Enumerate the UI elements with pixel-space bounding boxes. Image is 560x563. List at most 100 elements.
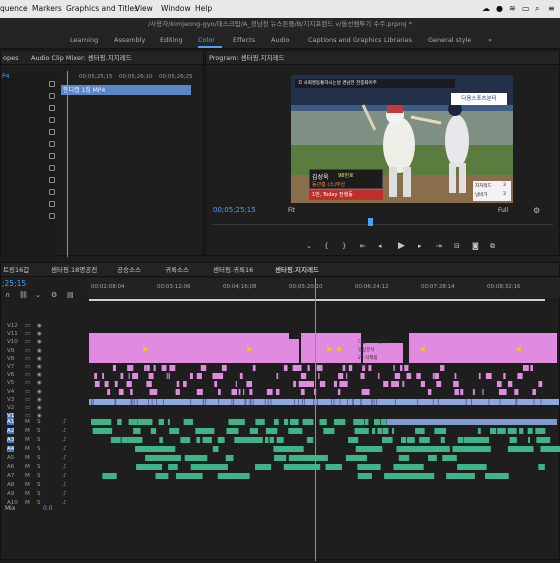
video-clip[interactable] — [200, 365, 207, 371]
tab-active-sequence[interactable]: 센터핑.지지레드 — [275, 263, 319, 277]
audio-clip[interactable] — [407, 437, 411, 443]
video-clip[interactable] — [183, 381, 187, 387]
video-clip[interactable] — [395, 381, 400, 387]
workspace-editing[interactable]: Editing — [160, 36, 183, 44]
audio-clip[interactable] — [507, 428, 517, 434]
video-clip[interactable] — [168, 373, 170, 379]
audio-clip[interactable] — [428, 455, 437, 461]
audio-clip[interactable] — [255, 419, 265, 425]
audio-clip[interactable] — [102, 473, 117, 479]
video-clip[interactable] — [252, 399, 254, 405]
audio-clip[interactable] — [183, 419, 193, 425]
audio-clip[interactable] — [382, 428, 389, 434]
audio-clip[interactable] — [362, 455, 367, 461]
voiceover-mic-icon[interactable]: ♪ — [63, 455, 67, 461]
audio-track-header[interactable]: A6 M S ♪ — [1, 464, 87, 472]
clip-marker[interactable] — [143, 347, 147, 351]
audio-track-header[interactable]: A4 M S ♪ — [1, 446, 87, 454]
mark-in-icon[interactable]: { — [324, 242, 328, 250]
audio-track-header[interactable]: A1 M S ♪ — [1, 419, 87, 427]
audio-clip[interactable] — [145, 455, 155, 461]
mark-out-icon[interactable]: } — [342, 242, 346, 250]
audio-clip[interactable] — [255, 464, 272, 470]
video-clip[interactable] — [267, 399, 269, 405]
video-clip[interactable] — [293, 399, 295, 405]
audio-clip[interactable] — [212, 446, 219, 452]
audio-clip[interactable] — [457, 464, 482, 470]
audio-clip[interactable] — [401, 437, 407, 443]
audio-clip[interactable] — [333, 419, 346, 425]
sync-lock-icon[interactable]: ▭ — [25, 323, 30, 329]
video-clip[interactable] — [482, 389, 484, 395]
track-toggle-icon[interactable] — [49, 177, 55, 183]
video-clip[interactable] — [107, 389, 111, 395]
sync-lock-icon[interactable]: ▭ — [25, 372, 30, 378]
video-track-header[interactable]: V10 ▭ ◉ — [1, 339, 87, 346]
video-clip[interactable] — [530, 365, 534, 371]
solo-button[interactable]: S — [37, 491, 41, 497]
audio-clip[interactable] — [169, 428, 180, 434]
audio-clip[interactable] — [381, 419, 387, 425]
resolution-select[interactable]: Full — [498, 207, 508, 214]
track-toggle-icon[interactable] — [49, 153, 55, 159]
video-clip[interactable] — [333, 381, 338, 387]
audio-clip[interactable] — [484, 473, 505, 479]
eye-icon[interactable]: ◉ — [37, 364, 42, 370]
video-clip[interactable] — [219, 373, 224, 379]
audio-clip[interactable] — [195, 428, 203, 434]
audio-clip[interactable] — [99, 428, 104, 434]
video-clip[interactable] — [333, 399, 335, 405]
audio-clip[interactable] — [434, 428, 446, 434]
audio-clip[interactable] — [355, 446, 383, 452]
audio-clip[interactable] — [207, 428, 215, 434]
clip-marker[interactable] — [247, 347, 251, 351]
track-toggle-icon[interactable] — [49, 105, 55, 111]
audio-clip[interactable] — [273, 446, 304, 452]
video-clip[interactable] — [189, 373, 193, 379]
audio-clip[interactable] — [353, 419, 365, 425]
video-clip[interactable] — [127, 365, 134, 371]
audio-clip[interactable] — [283, 419, 289, 425]
audio-clip[interactable] — [128, 419, 133, 425]
video-clip[interactable] — [499, 399, 501, 405]
track-toggle-icon[interactable] — [49, 165, 55, 171]
video-clip[interactable] — [440, 365, 445, 371]
audio-clip[interactable] — [136, 464, 163, 470]
video-clip[interactable] — [128, 373, 130, 379]
voiceover-mic-icon[interactable]: ♪ — [63, 437, 67, 443]
audio-clip[interactable] — [226, 428, 239, 434]
video-clip[interactable] — [112, 365, 116, 371]
control-center-icon[interactable]: ≡ — [548, 4, 555, 13]
menu-markers[interactable]: Markers — [32, 4, 62, 13]
video-clip[interactable] — [292, 365, 299, 371]
audio-track-header[interactable]: A2 M S ♪ — [1, 428, 87, 436]
video-clip[interactable] — [244, 399, 246, 405]
video-clip[interactable] — [339, 399, 341, 405]
wrench-icon[interactable]: ⚙ — [533, 206, 540, 215]
video-clip[interactable] — [465, 399, 467, 405]
audio-clip[interactable] — [357, 464, 381, 470]
video-clip[interactable] — [393, 365, 395, 371]
clip-marker[interactable] — [337, 347, 341, 351]
video-clip[interactable] — [305, 381, 312, 387]
video-clip[interactable] — [394, 381, 396, 387]
video-clip[interactable] — [196, 389, 201, 395]
audio-clip[interactable] — [205, 437, 212, 443]
workspace-learning[interactable]: Learning — [70, 36, 98, 44]
audio-clip[interactable] — [458, 473, 475, 479]
video-clip[interactable] — [516, 399, 518, 405]
clip-marker[interactable] — [421, 347, 425, 351]
video-clip[interactable] — [522, 365, 529, 371]
video-clip[interactable] — [235, 381, 237, 387]
workspace-color[interactable]: Color — [198, 36, 215, 44]
sync-lock-icon[interactable]: ▭ — [25, 380, 30, 386]
video-clip[interactable] — [243, 389, 245, 395]
clip-marker[interactable] — [327, 347, 331, 351]
video-clip[interactable] — [152, 389, 158, 395]
video-clip[interactable] — [346, 399, 348, 405]
video-clip[interactable] — [202, 399, 204, 405]
solo-button[interactable]: S — [37, 482, 41, 488]
audio-clip[interactable] — [377, 428, 382, 434]
mute-button[interactable]: M — [25, 437, 30, 443]
wifi-icon[interactable]: ≋ — [509, 4, 516, 13]
